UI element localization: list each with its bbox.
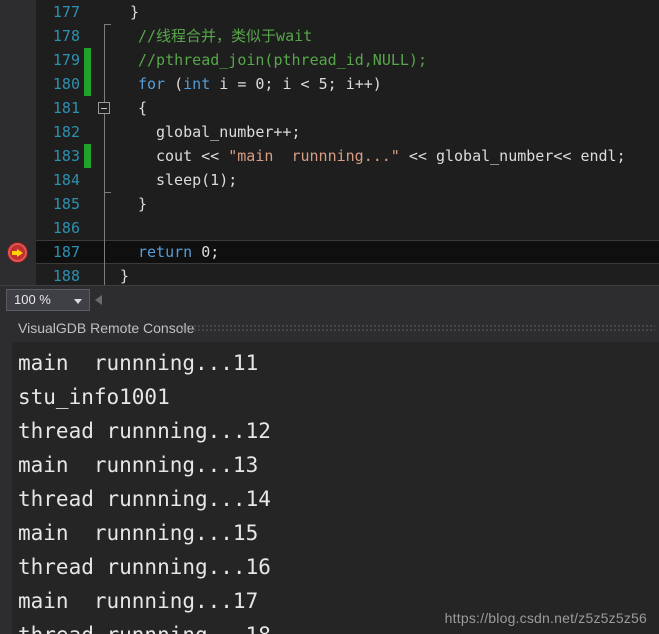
console-line: thread runnning...12 — [18, 419, 271, 443]
outlining-guide-line — [104, 168, 105, 192]
change-indicator-bar — [84, 72, 91, 96]
code-token-plain: } — [138, 195, 148, 213]
outlining-guide-line — [104, 144, 105, 168]
code-token-plain: << global_number<< endl; — [399, 147, 626, 165]
outlining-guide-line — [104, 24, 111, 48]
console-line: thread runnning...14 — [18, 487, 271, 511]
zoom-level-value: 100 % — [14, 292, 51, 307]
line-number: 182 — [52, 123, 80, 141]
editor-status-bar: 100 % — [0, 285, 659, 314]
outlining-guide-line — [104, 240, 105, 264]
scroll-left-arrow-icon[interactable] — [95, 295, 102, 305]
breakpoint-icon[interactable] — [8, 243, 27, 262]
outlining-guide-line — [104, 72, 105, 96]
line-number: 178 — [52, 27, 80, 45]
line-number: 185 — [52, 195, 80, 213]
change-indicator-bar — [84, 144, 91, 168]
code-token-comment: //pthread_join(pthread_id,NULL); — [138, 51, 427, 69]
outlining-guide-line — [104, 216, 105, 240]
code-token-plain: } — [120, 267, 130, 285]
outlining-guide-line — [104, 48, 105, 72]
code-line[interactable]: 179 //pthread_join(pthread_id,NULL); — [36, 48, 659, 72]
code-text: } — [120, 264, 129, 285]
console-title-bar[interactable]: VisualGDB Remote Console — [12, 314, 659, 342]
breakpoint-gutter[interactable] — [0, 240, 36, 264]
code-token-plain: sleep(1); — [156, 171, 238, 189]
line-number: 181 — [52, 99, 80, 117]
line-number: 184 — [52, 171, 80, 189]
remote-console-panel: VisualGDB Remote Console main runnning..… — [0, 314, 659, 634]
code-token-plain: i = 0; i < 5; i++) — [210, 75, 382, 93]
editor-text-area[interactable]: 177} 178 //线程合并，类似于wait 179 //pthread_join(p… — [8, 0, 659, 285]
code-line[interactable]: 185} — [36, 192, 659, 216]
console-line: stu_info1001 — [18, 385, 170, 409]
code-line[interactable]: 178 //线程合并，类似于wait — [36, 24, 659, 48]
change-indicator-bar — [84, 48, 91, 72]
console-line: main runnning...15 — [18, 521, 259, 545]
code-text: for (int i = 0; i < 5; i++) — [138, 72, 382, 96]
zoom-level-dropdown[interactable]: 100 % — [6, 289, 90, 311]
console-line: main runnning...13 — [18, 453, 259, 477]
outlining-guide-line — [104, 264, 105, 285]
code-token-plain: global_number++; — [156, 123, 301, 141]
code-token-plain: { — [138, 99, 148, 117]
console-drag-grip[interactable] — [182, 325, 655, 331]
line-number: 186 — [52, 219, 80, 237]
code-line[interactable]: 187 return 0; — [8, 240, 659, 264]
line-number: 187 — [52, 243, 80, 261]
code-text: { — [138, 96, 147, 120]
code-text: return 0; — [138, 240, 219, 264]
code-text: sleep(1); — [156, 168, 237, 192]
code-editor[interactable]: 177} 178 //线程合并，类似于wait 179 //pthread_join(p… — [0, 0, 659, 285]
line-number: 179 — [52, 51, 80, 69]
code-line[interactable]: 181 { — [36, 96, 659, 120]
code-text: //pthread_join(pthread_id,NULL); — [138, 48, 427, 72]
console-line: thread runnning...16 — [18, 555, 271, 579]
line-number: 177 — [52, 3, 80, 21]
line-number: 180 — [52, 75, 80, 93]
code-token-plain: } — [130, 3, 140, 21]
code-token-kw: for — [138, 75, 166, 93]
console-line: main runnning...11 — [18, 351, 259, 375]
code-token-plain: cout << — [156, 147, 229, 165]
console-output[interactable]: main runnning...11 stu_info1001thread run… — [12, 342, 659, 634]
console-title: VisualGDB Remote Console — [18, 320, 195, 336]
chevron-down-icon — [74, 299, 82, 304]
code-line[interactable]: 188} — [36, 264, 659, 285]
code-line[interactable]: 183 cout << "main runnning..." << global_… — [36, 144, 659, 168]
visual-studio-window: 177} 178 //线程合并，类似于wait 179 //pthread_join(p… — [0, 0, 659, 634]
code-line[interactable]: 184 sleep(1); — [36, 168, 659, 192]
code-token-plain: 0; — [192, 243, 220, 261]
code-line[interactable]: 177} — [36, 0, 659, 24]
code-line[interactable]: 182 global_number++; — [36, 120, 659, 144]
watermark-url: https://blog.csdn.net/z5z5z5z56 — [444, 610, 647, 626]
code-text: } — [130, 0, 139, 24]
code-token-kw: int — [183, 75, 211, 93]
code-token-str: "main runnning..." — [228, 147, 400, 165]
line-number: 183 — [52, 147, 80, 165]
collapse-block-icon[interactable] — [98, 102, 110, 114]
code-line[interactable]: 180 for (int i = 0; i < 5; i++) — [36, 72, 659, 96]
code-text: cout << "main runnning..." << global_num… — [156, 144, 626, 168]
console-left-margin — [0, 314, 12, 634]
code-token-plain: ( — [165, 75, 184, 93]
code-token-kw: return — [138, 243, 193, 261]
code-text: } — [138, 192, 147, 216]
code-text: global_number++; — [156, 120, 301, 144]
code-text: //线程合并，类似于wait — [138, 24, 312, 48]
code-token-comment: //线程合并，类似于wait — [138, 27, 313, 45]
outlining-guide-line — [104, 192, 111, 216]
line-number: 188 — [52, 267, 80, 285]
code-line[interactable]: 186 — [36, 216, 659, 240]
outlining-guide-line — [104, 120, 105, 144]
